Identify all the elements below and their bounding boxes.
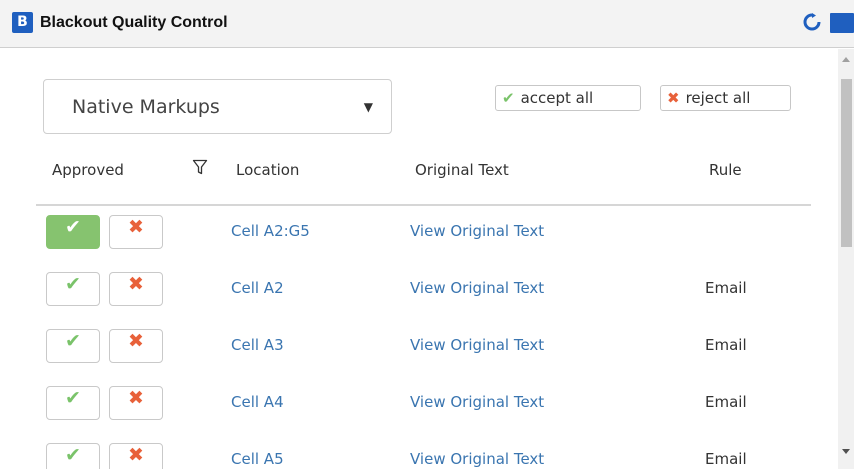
column-header-location[interactable]: Location <box>236 161 299 179</box>
location-link[interactable]: Cell A2:G5 <box>231 222 310 240</box>
location-link[interactable]: Cell A5 <box>231 450 284 468</box>
blackout-app-icon: B <box>12 12 33 33</box>
reject-button[interactable]: ✖ <box>109 272 163 306</box>
refresh-icon[interactable] <box>803 13 821 31</box>
view-original-text-link[interactable]: View Original Text <box>410 336 544 354</box>
quality-control-content: Native Markups ▼ ✔ accept all ✖ reject all… <box>0 49 838 469</box>
table-row: ✔ ✖ Cell A5 View Original Text Email <box>0 435 838 469</box>
view-original-text-link[interactable]: View Original Text <box>410 279 544 297</box>
scroll-down-arrow-icon[interactable] <box>842 449 850 454</box>
column-header-approved[interactable]: Approved <box>52 161 124 179</box>
markup-type-value: Native Markups <box>72 96 220 118</box>
scroll-up-arrow-icon[interactable] <box>842 57 850 62</box>
panel-toggle-icon[interactable] <box>830 13 854 33</box>
accept-all-label: accept all <box>520 89 594 107</box>
approve-button[interactable]: ✔ <box>46 272 100 306</box>
approve-button[interactable]: ✔ <box>46 329 100 363</box>
x-icon: ✖ <box>667 89 680 107</box>
filter-icon[interactable] <box>192 159 208 175</box>
column-header-rule[interactable]: Rule <box>709 161 742 179</box>
panel-header: B Blackout Quality Control <box>0 0 854 48</box>
view-original-text-link[interactable]: View Original Text <box>410 393 544 411</box>
reject-all-button[interactable]: ✖ reject all <box>660 85 791 111</box>
table-row: ✔ ✖ Cell A3 View Original Text Email <box>0 321 838 377</box>
reject-all-label: reject all <box>685 89 751 107</box>
reject-button[interactable]: ✖ <box>109 386 163 420</box>
approve-button[interactable]: ✔ <box>46 443 100 469</box>
header-divider <box>36 204 811 206</box>
reject-button[interactable]: ✖ <box>109 443 163 469</box>
column-header-original-text[interactable]: Original Text <box>415 161 509 179</box>
scrollbar-thumb[interactable] <box>841 79 852 247</box>
rule-cell: Email <box>705 279 747 297</box>
check-icon: ✔ <box>502 89 515 107</box>
markup-type-select[interactable]: Native Markups ▼ <box>43 79 392 134</box>
vertical-scrollbar[interactable] <box>838 49 854 469</box>
view-original-text-link[interactable]: View Original Text <box>410 450 544 468</box>
location-link[interactable]: Cell A3 <box>231 336 284 354</box>
reject-button[interactable]: ✖ <box>109 329 163 363</box>
chevron-down-icon: ▼ <box>363 100 373 114</box>
reject-button[interactable]: ✖ <box>109 215 163 249</box>
table-row: ✔ ✖ Cell A2:G5 View Original Text <box>0 207 838 263</box>
location-link[interactable]: Cell A4 <box>231 393 284 411</box>
table-row: ✔ ✖ Cell A4 View Original Text Email <box>0 378 838 434</box>
approve-button[interactable]: ✔ <box>46 386 100 420</box>
approve-button[interactable]: ✔ <box>46 215 100 249</box>
location-link[interactable]: Cell A2 <box>231 279 284 297</box>
panel-title: Blackout Quality Control <box>40 14 228 31</box>
rule-cell: Email <box>705 393 747 411</box>
rule-cell: Email <box>705 450 747 468</box>
accept-all-button[interactable]: ✔ accept all <box>495 85 641 111</box>
rule-cell: Email <box>705 336 747 354</box>
table-row: ✔ ✖ Cell A2 View Original Text Email <box>0 264 838 320</box>
view-original-text-link[interactable]: View Original Text <box>410 222 544 240</box>
